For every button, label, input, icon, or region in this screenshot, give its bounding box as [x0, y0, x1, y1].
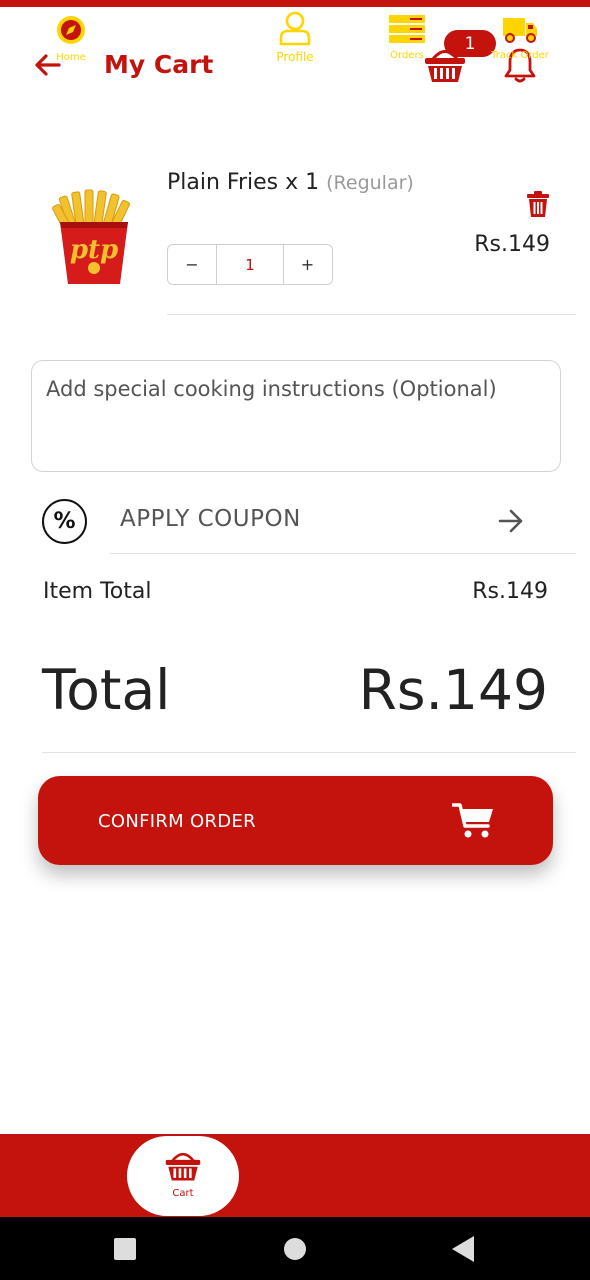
fries-product-image: ptp — [52, 188, 136, 288]
coupon-divider — [110, 553, 576, 554]
compass-icon — [57, 16, 85, 44]
nav-cart-label: Cart — [172, 1188, 194, 1199]
nav-home-label: Home — [56, 52, 86, 63]
apply-coupon-button[interactable]: APPLY COUPON — [110, 500, 576, 542]
trash-icon — [527, 191, 549, 217]
item-name-line: Plain Fries x 1 (Regular) — [167, 170, 414, 195]
item-name: Plain Fries x 1 — [167, 170, 320, 195]
item-divider — [167, 314, 576, 315]
system-back-button[interactable] — [452, 1236, 474, 1262]
item-total-label: Item Total — [43, 579, 152, 604]
nav-track-order-label: Track Order — [491, 50, 549, 61]
shopping-cart-icon — [452, 803, 493, 838]
basket-icon — [165, 1152, 201, 1181]
total-divider — [42, 752, 576, 753]
nav-orders-label: Orders — [390, 50, 424, 61]
nav-profile-label: Profile — [276, 50, 314, 64]
item-total-value: Rs.149 — [472, 579, 548, 604]
fries-cup-image: ptp — [52, 189, 130, 284]
nav-track-order[interactable]: Track Order — [480, 0, 560, 83]
nav-orders[interactable]: Orders — [372, 0, 442, 83]
nav-cart[interactable]: Cart — [127, 1136, 239, 1216]
percent-icon: % — [42, 499, 87, 544]
increase-quantity-button[interactable]: + — [284, 245, 331, 284]
total-label: Total — [42, 658, 171, 722]
arrow-right-icon — [498, 509, 523, 533]
page-title: My Cart — [104, 50, 214, 79]
nav-profile[interactable]: Profile — [260, 0, 330, 83]
total-value: Rs.149 — [358, 658, 548, 722]
item-variant: (Regular) — [326, 172, 414, 194]
bottom-navigation — [0, 1134, 590, 1217]
orders-list-icon — [389, 15, 425, 43]
quantity-stepper: − 1 + — [167, 244, 333, 285]
person-icon — [279, 11, 311, 46]
svg-text:ptp: ptp — [70, 235, 118, 265]
home-button[interactable] — [284, 1238, 306, 1260]
apply-coupon-label: APPLY COUPON — [120, 506, 301, 532]
recent-apps-button[interactable] — [114, 1238, 136, 1260]
confirm-order-button[interactable]: CONFIRM ORDER — [38, 776, 553, 865]
delivery-truck-icon — [503, 18, 537, 43]
confirm-order-label: CONFIRM ORDER — [98, 811, 256, 832]
delete-item-button[interactable] — [525, 190, 551, 218]
item-price: Rs.149 — [474, 232, 550, 257]
decrease-quantity-button[interactable]: − — [168, 245, 217, 284]
quantity-value: 1 — [217, 245, 284, 284]
cooking-instructions-field[interactable] — [31, 360, 561, 472]
nav-home[interactable]: Home — [36, 0, 106, 83]
